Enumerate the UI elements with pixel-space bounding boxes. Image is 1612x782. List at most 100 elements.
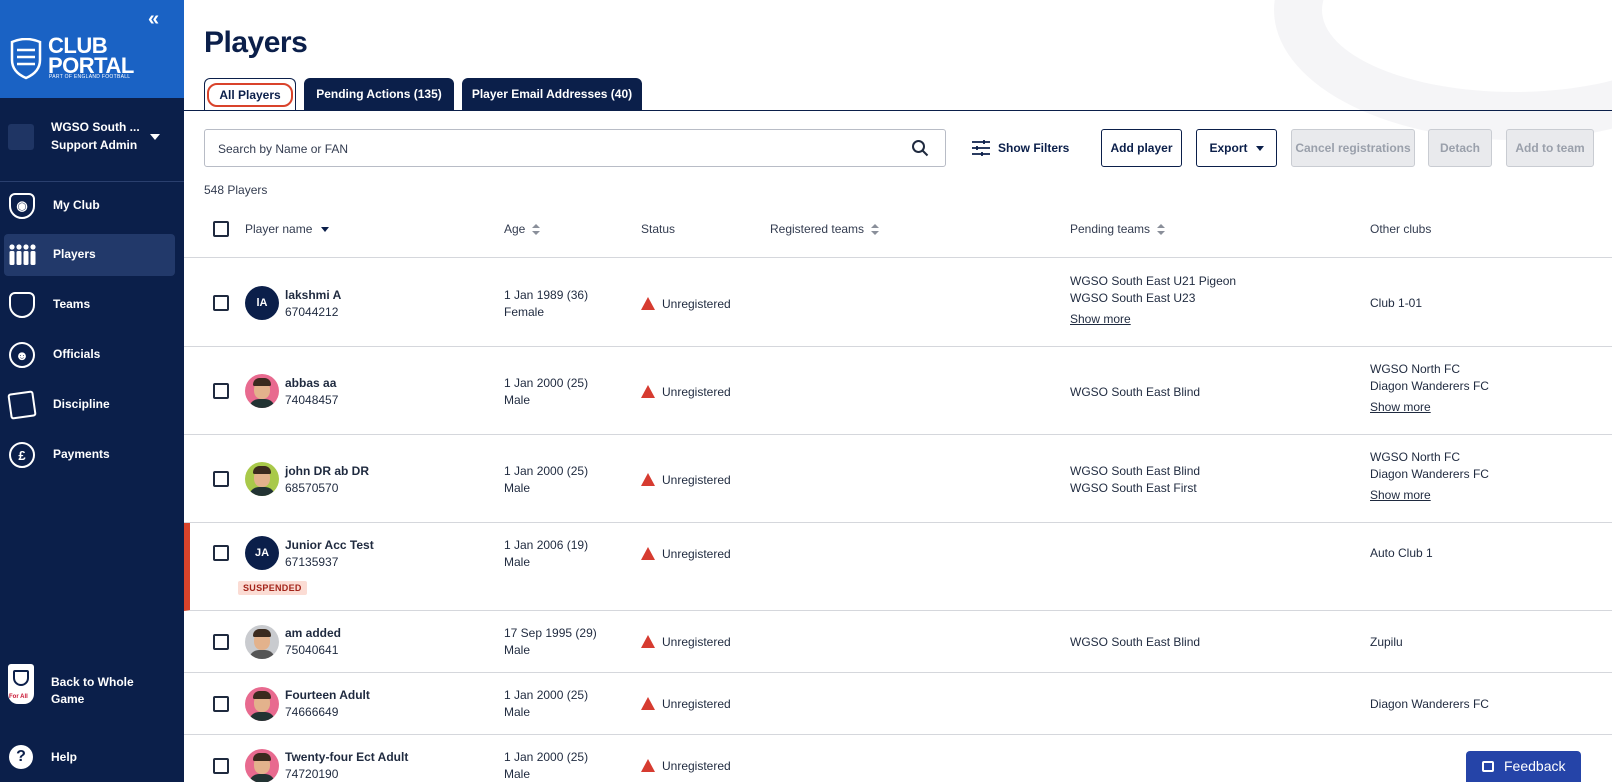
avatar: JA <box>245 536 279 570</box>
warning-triangle-icon <box>641 385 655 398</box>
nav-item-my-club[interactable]: ◉ My Club <box>4 185 175 227</box>
age-cell: 1 Jan 2000 (25) Male <box>504 463 588 497</box>
row-checkbox[interactable] <box>213 758 229 774</box>
show-more-link[interactable]: Show more <box>1070 311 1236 328</box>
button-label: Cancel registrations <box>1295 141 1411 155</box>
gender: Male <box>504 481 531 495</box>
feedback-button[interactable]: Feedback <box>1466 751 1581 782</box>
avatar <box>245 462 279 496</box>
tab-label: Pending Actions (135) <box>316 87 442 101</box>
avatar <box>245 625 279 659</box>
avatar <box>245 687 279 721</box>
show-more-link[interactable]: Show more <box>1370 487 1489 504</box>
player-name[interactable]: Fourteen Adult <box>285 688 370 702</box>
help-link[interactable]: ? Help <box>0 742 184 772</box>
table-row[interactable]: Twenty-four Ect Adult 74720190 1 Jan 200… <box>184 735 1612 782</box>
add-to-team-button[interactable]: Add to team <box>1506 129 1594 167</box>
player-fan: 68570570 <box>285 481 339 495</box>
date-of-birth: 1 Jan 2000 (25) <box>504 464 589 478</box>
status-label: Unregistered <box>662 297 731 311</box>
gender: Male <box>504 767 531 781</box>
add-player-button[interactable]: Add player <box>1101 129 1182 167</box>
search-input[interactable]: Search by Name or FAN <box>204 129 946 167</box>
warning-triangle-icon <box>641 547 655 560</box>
back-to-whole-game-link[interactable]: For All Back to Whole Game <box>0 664 184 712</box>
nav-item-players[interactable]: Players <box>4 234 175 276</box>
player-name[interactable]: Twenty-four Ect Adult <box>285 750 408 764</box>
player-name[interactable]: am added <box>285 626 341 640</box>
nav-item-teams[interactable]: Teams <box>4 284 175 326</box>
table-row[interactable]: abbas aa 74048457 1 Jan 2000 (25) Male Un… <box>184 347 1612 435</box>
column-header-player-name[interactable]: Player name <box>245 222 330 236</box>
gender: Male <box>504 555 531 569</box>
player-name[interactable]: abbas aa <box>285 376 336 390</box>
other-clubs-cell: Club 1-01 <box>1370 295 1422 312</box>
player-name[interactable]: john DR ab DR <box>285 464 369 478</box>
gender: Male <box>504 393 531 407</box>
row-checkbox[interactable] <box>213 295 229 311</box>
select-all-checkbox[interactable] <box>213 221 229 237</box>
nav-item-label: Discipline <box>53 397 110 411</box>
app-root: « CLUB PORTAL PART OF ENGLAND FOOTBALL W… <box>0 0 1612 782</box>
pending-team: WGSO South East First <box>1070 481 1197 495</box>
row-checkbox[interactable] <box>213 383 229 399</box>
status-label: Unregistered <box>662 635 731 649</box>
row-checkbox[interactable] <box>213 634 229 650</box>
back-label-line-1: Back to Whole <box>51 675 134 689</box>
row-checkbox[interactable] <box>213 545 229 561</box>
warning-triangle-icon <box>641 697 655 710</box>
nav-item-label: Players <box>53 247 96 261</box>
table-row[interactable]: lA lakshmi A 67044212 1 Jan 1989 (36) Fem… <box>184 259 1612 347</box>
collapse-sidebar-icon[interactable]: « <box>148 8 159 31</box>
date-of-birth: 1 Jan 1989 (36) <box>504 288 589 302</box>
sort-icon <box>871 223 880 236</box>
search-icon[interactable] <box>911 139 929 157</box>
shield-icon <box>9 292 35 318</box>
table-row[interactable]: JA Junior Acc Test 67135937 SUSPENDED 1 … <box>184 523 1612 611</box>
pending-team: WGSO South East Blind <box>1070 464 1201 478</box>
nav-item-label: Teams <box>53 297 91 311</box>
warning-triangle-icon <box>641 635 655 648</box>
column-header-label: Registered teams <box>770 222 865 236</box>
date-of-birth: 1 Jan 2000 (25) <box>504 750 589 764</box>
feedback-icon <box>1482 761 1494 772</box>
nav-item-label: Payments <box>53 447 110 461</box>
cancel-registrations-button[interactable]: Cancel registrations <box>1291 129 1415 167</box>
date-of-birth: 1 Jan 2000 (25) <box>504 376 589 390</box>
player-count: 548 Players <box>204 183 268 197</box>
search-placeholder: Search by Name or FAN <box>218 142 349 156</box>
nav-item-discipline[interactable]: Discipline <box>4 384 175 426</box>
age-cell: 1 Jan 2000 (25) Male <box>504 749 588 782</box>
table-row[interactable]: Fourteen Adult 74666649 1 Jan 2000 (25) M… <box>184 673 1612 735</box>
account-switcher[interactable]: WGSO South ... Support Admin <box>0 98 184 182</box>
tab-player-email-addresses[interactable]: Player Email Addresses (40) <box>462 78 642 110</box>
other-clubs-cell: WGSO North FC Diagon Wanderers FC Show mor… <box>1370 449 1489 504</box>
table-row[interactable]: john DR ab DR 68570570 1 Jan 2000 (25) Ma… <box>184 435 1612 523</box>
nav-item-payments[interactable]: £ Payments <box>4 434 175 476</box>
tab-pending-actions[interactable]: Pending Actions (135) <box>304 78 454 110</box>
table-row[interactable]: am added 75040641 17 Sep 1995 (29) Male U… <box>184 611 1612 673</box>
export-button[interactable]: Export <box>1196 129 1277 167</box>
column-header-pending-teams[interactable]: Pending teams <box>1070 222 1166 236</box>
other-club: WGSO North FC <box>1370 450 1461 464</box>
suspended-badge: SUSPENDED <box>238 581 307 595</box>
column-header-age[interactable]: Age <box>504 222 541 236</box>
age-cell: 17 Sep 1995 (29) Male <box>504 625 597 659</box>
nav-item-officials[interactable]: ☻ Officials <box>4 334 175 376</box>
tab-all-players[interactable]: All Players <box>204 78 296 110</box>
tab-label: Player Email Addresses (40) <box>471 87 633 101</box>
button-label: Detach <box>1439 141 1480 155</box>
row-checkbox[interactable] <box>213 471 229 487</box>
status-label: Unregistered <box>662 385 731 399</box>
column-header-registered-teams[interactable]: Registered teams <box>770 222 880 236</box>
row-checkbox[interactable] <box>213 696 229 712</box>
show-more-link[interactable]: Show more <box>1370 399 1489 416</box>
player-name[interactable]: lakshmi A <box>285 288 341 302</box>
other-club: Auto Club 1 <box>1370 546 1433 560</box>
table-header: Player name Age Status Registered teams … <box>184 208 1612 258</box>
age-cell: 1 Jan 1989 (36) Female <box>504 287 588 321</box>
player-name[interactable]: Junior Acc Test <box>285 538 374 552</box>
age-cell: 1 Jan 2000 (25) Male <box>504 687 588 721</box>
account-role: Support Admin <box>51 138 138 152</box>
detach-button[interactable]: Detach <box>1428 129 1492 167</box>
